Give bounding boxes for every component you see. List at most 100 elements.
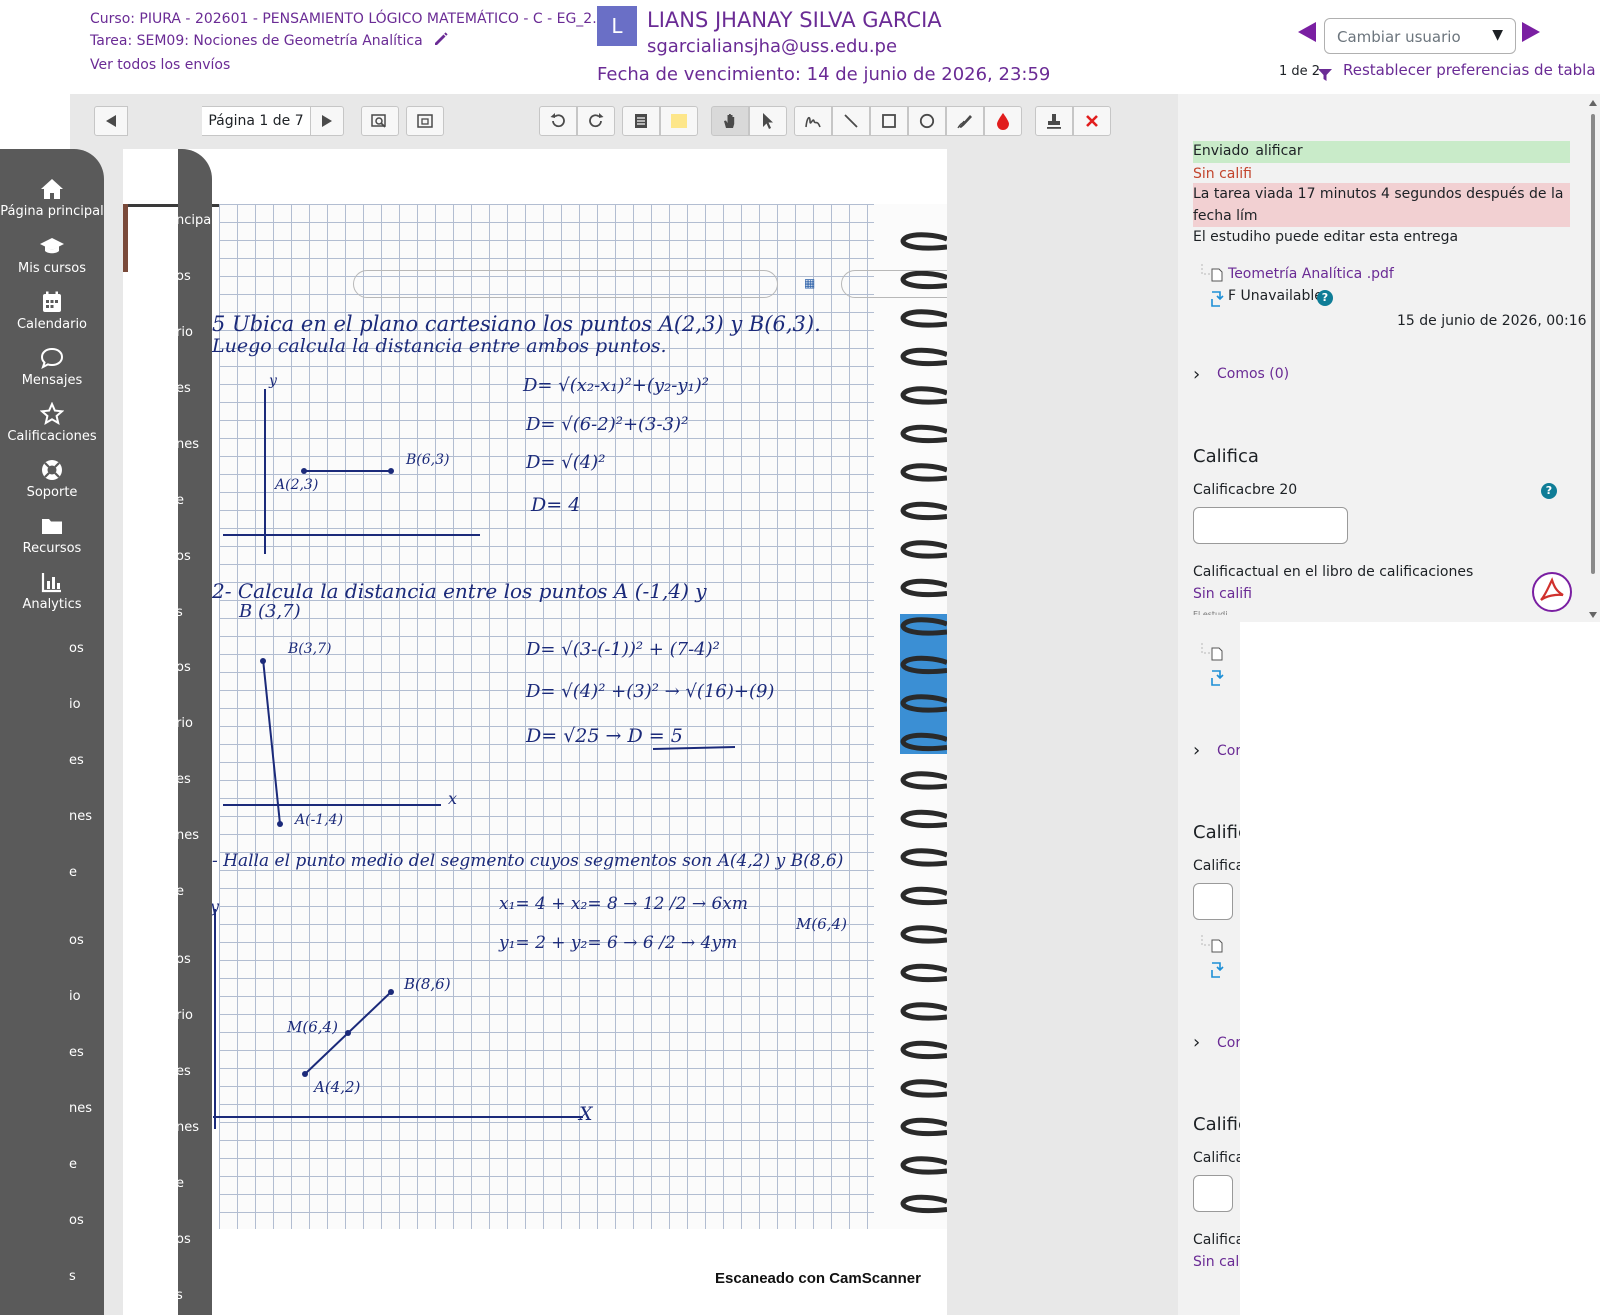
triangle-left-icon (106, 115, 116, 127)
ghost-label: nes (69, 809, 93, 824)
ghost-label: os (176, 660, 191, 675)
nav-resources[interactable]: Recursos (0, 514, 104, 556)
sticky-note-button[interactable] (660, 106, 698, 136)
nav-grades-label: Calificaciones (7, 429, 97, 444)
task-link[interactable]: Tarea: SEM09: Nociones de Geometría Anal… (90, 33, 423, 49)
next-user-arrow-icon[interactable] (1522, 22, 1540, 42)
status-grading-label: alificar (1255, 143, 1303, 159)
reset-table-preferences-link[interactable]: Restablecer preferencias de tabla (1343, 61, 1596, 79)
stamp-tool-button[interactable] (1035, 106, 1073, 136)
ghost-label: os (176, 1232, 191, 1247)
file-row: Teometría Analítica .pdf (1228, 266, 1394, 282)
ghost-label: os (176, 952, 191, 967)
oval-tool-button[interactable] (908, 106, 946, 136)
change-user-select[interactable]: Cambiar usuario ▼ (1324, 18, 1516, 54)
document-converter-icon (1211, 962, 1224, 978)
bar-chart-icon (41, 573, 61, 593)
chevron-right-icon[interactable]: › (1193, 1032, 1200, 1053)
previous-page-button[interactable] (94, 106, 128, 136)
change-user-placeholder: Cambiar usuario (1337, 28, 1461, 46)
view-all-submissions-link[interactable]: Ver todos los envíos (90, 57, 230, 73)
user-name-link[interactable]: LIANS JHANAY SILVA GARCIA (647, 8, 942, 32)
help-icon[interactable]: ? (1317, 290, 1333, 306)
grade-input-ghost[interactable] (1193, 883, 1233, 920)
editable-text-b: ho puede editar esta entrega (1253, 229, 1459, 245)
nav-my-courses[interactable]: Mis cursos (0, 234, 104, 276)
select-tool-button[interactable] (749, 106, 787, 136)
comments-toggle[interactable]: Comos (0) (1217, 366, 1289, 382)
pdf-file-icon (1211, 268, 1223, 282)
pencil-icon[interactable] (433, 31, 449, 54)
panel-scrollbar[interactable] (1588, 96, 1598, 622)
comment-tool-button[interactable] (622, 106, 660, 136)
page-header: Curso: PIURA - 202601 - PENSAMIENTO LÓGI… (0, 0, 1600, 94)
circle-icon (919, 113, 935, 129)
pen-tool-button[interactable] (794, 106, 832, 136)
pdf-reader-icon[interactable] (1532, 572, 1572, 612)
grade-label-ghost-3: Califica (1193, 1232, 1245, 1248)
late-text-b: viada 17 minutos 4 segundos después de l… (1255, 186, 1564, 202)
nav-grades[interactable]: Calificaciones (0, 402, 104, 444)
filter-icon[interactable] (1318, 66, 1332, 85)
chevron-right-icon[interactable]: › (1193, 364, 1200, 385)
grade-input[interactable] (1193, 507, 1348, 544)
current-grade-label-b: tual en el libro de calificaciones (1251, 564, 1474, 580)
pdf-page[interactable]: ▦ 5 Ubica en el plano cartesiano los pun… (123, 149, 947, 1315)
ghost-label: rio (176, 325, 193, 340)
grade-input-ghost-2[interactable] (1193, 1175, 1233, 1212)
late-text-a: La tarea (1193, 186, 1251, 202)
delete-annotation-button[interactable] (1073, 106, 1111, 136)
nav-my-courses-label: Mis cursos (18, 261, 86, 276)
nav-messages-label: Mensajes (21, 373, 83, 388)
nav-messages[interactable]: Mensajes (0, 346, 104, 388)
ghost-label: ncipal (176, 213, 215, 228)
current-grade-label-a: Calificac (1193, 564, 1252, 580)
ghost-label: rio (176, 1008, 193, 1023)
rectangle-tool-button[interactable] (870, 106, 908, 136)
course-link[interactable]: Curso: PIURA - 202601 - PENSAMIENTO LÓGI… (90, 11, 606, 27)
rotate-right-button[interactable] (577, 106, 615, 136)
ghost-label: nes (69, 1101, 93, 1116)
user-email: sgarcialiansjha@uss.edu.pe (647, 36, 898, 57)
ghost-label: s (69, 1269, 76, 1284)
nav-calendar[interactable]: Calendario (0, 290, 104, 332)
pan-tool-button[interactable] (711, 106, 749, 136)
rotate-left-button[interactable] (539, 106, 577, 136)
ghost-label: nes (176, 437, 200, 452)
pdf-file-icon (1211, 939, 1223, 953)
grade-help-icon[interactable]: ? (1541, 483, 1557, 499)
rotate-left-icon (550, 113, 565, 128)
nav-home[interactable]: Página principal (0, 177, 104, 219)
current-grade-value-ghost: Sin cali (1193, 1254, 1244, 1270)
graduation-cap-icon (40, 238, 64, 254)
late-text-c: fecha lím (1193, 208, 1258, 224)
file-status-prefix: F (1228, 288, 1237, 304)
color-picker-button[interactable] (984, 106, 1022, 136)
submission-file-link[interactable]: eometría Analítica .pdf (1234, 266, 1394, 282)
chevron-right-icon[interactable]: › (1193, 740, 1200, 761)
document-converter-icon (1211, 291, 1224, 307)
previous-user-arrow-icon[interactable] (1298, 22, 1316, 42)
ghost-label: os (176, 269, 191, 284)
editable-note: El estudiho puede editar esta entrega (1193, 229, 1458, 245)
search-comments-button[interactable] (361, 106, 399, 136)
nav-analytics[interactable]: Analytics (0, 570, 104, 612)
ghost-label: io (69, 989, 81, 1004)
expand-collapse-button[interactable] (406, 106, 444, 136)
avatar: L (597, 6, 637, 46)
highlight-tool-button[interactable] (946, 106, 984, 136)
file-status: Unavailable (1240, 288, 1323, 304)
line-tool-button[interactable] (832, 106, 870, 136)
late-submission-alert: La tarea viada 17 minutos 4 segundos des… (1193, 183, 1570, 227)
grade-label-a: Calificac (1193, 482, 1252, 498)
comments-toggle-ghost[interactable]: Cor (1217, 743, 1241, 759)
pdf-toolbar: Página 1 de 7 (70, 96, 1140, 146)
grade-label-b: bre 20 (1251, 482, 1298, 498)
status-no-grade: Sin califi (1193, 166, 1252, 182)
nav-support[interactable]: Soporte (0, 458, 104, 500)
nav-drawer: Página principal Mis cursos Calendario M… (0, 149, 104, 1315)
next-page-button[interactable] (310, 106, 344, 136)
close-icon (1086, 115, 1098, 127)
comments-toggle-ghost-2[interactable]: Cor (1217, 1035, 1241, 1051)
calendar-icon (43, 291, 61, 312)
